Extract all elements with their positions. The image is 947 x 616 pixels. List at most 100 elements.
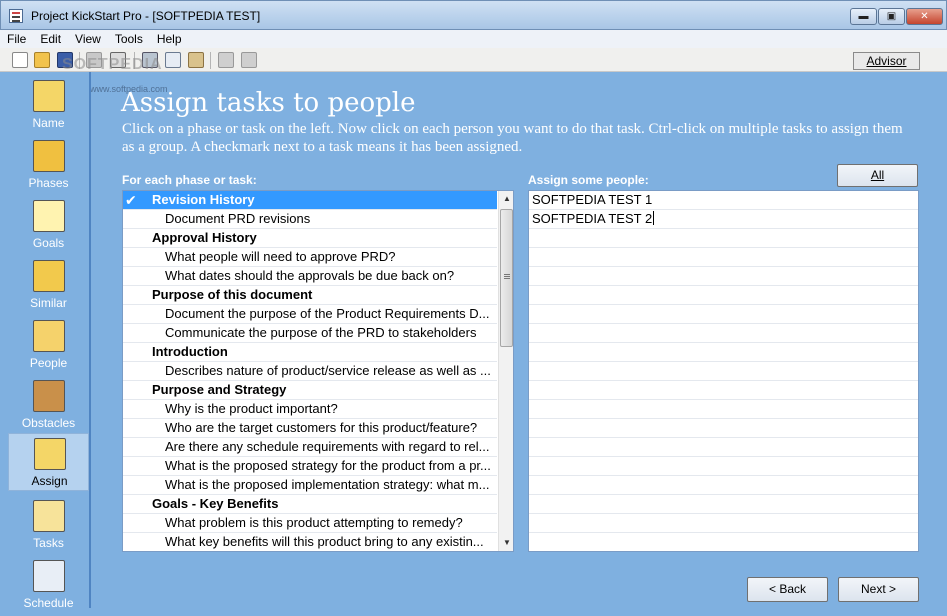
list-item[interactable]: Purpose and Strategy (123, 381, 497, 400)
list-item[interactable]: Purpose of this document (123, 286, 497, 305)
empty-row (529, 495, 918, 514)
checkmark-icon: ✔ (125, 192, 137, 208)
advisor-button[interactable]: Advisor (853, 52, 920, 70)
schedule-icon (33, 560, 65, 592)
list-item[interactable]: Describes nature of product/service rele… (123, 362, 497, 381)
assign-icon (34, 438, 66, 470)
sidebar-item-label: Schedule (23, 596, 74, 610)
list-item[interactable]: Document PRD revisions (123, 210, 497, 229)
sidebar-item-phases[interactable]: Phases (8, 136, 89, 194)
task-list[interactable]: ✔ Revision History Document PRD revisions… (122, 190, 514, 552)
empty-row (529, 400, 918, 419)
task-list-scrollbar[interactable]: ▲ ▼ (498, 191, 513, 551)
minimize-button[interactable]: ▬ (850, 8, 877, 25)
scroll-thumb[interactable] (500, 209, 513, 347)
menu-edit[interactable]: Edit (33, 30, 68, 47)
goals-chart-icon (33, 200, 65, 232)
sidebar-item-goals[interactable]: Goals (8, 196, 89, 254)
list-item[interactable]: Approval History (123, 229, 497, 248)
page-title: Assign tasks to people (121, 88, 416, 118)
toolbar-separator (210, 52, 211, 69)
list-item[interactable]: Document the purpose of the Product Requ… (123, 305, 497, 324)
next-button[interactable]: Next > (838, 577, 919, 602)
people-list[interactable]: SOFTPEDIA TEST 1 SOFTPEDIA TEST 2 (528, 190, 919, 552)
sidebar-item-label: Goals (32, 236, 65, 250)
list-item[interactable]: What is the proposed strategy for the pr… (123, 457, 497, 476)
sidebar-item-label: Assign (31, 474, 68, 488)
paste-icon[interactable] (188, 52, 204, 68)
app-icon (9, 9, 23, 23)
folders-icon (33, 260, 65, 292)
obstacle-icon (33, 380, 65, 412)
menu-bar: File Edit View Tools Help (0, 30, 947, 48)
sidebar-item-assign[interactable]: Assign (8, 433, 89, 491)
clipboard-icon (33, 500, 65, 532)
sidebar-item-label: Name (32, 116, 65, 130)
empty-row (529, 286, 918, 305)
empty-row (529, 419, 918, 438)
select-all-button[interactable]: All (837, 164, 918, 187)
list-item[interactable]: SOFTPEDIA TEST 2 (529, 210, 918, 229)
list-item[interactable]: What is the proposed implementation stra… (123, 476, 497, 495)
empty-row (529, 248, 918, 267)
list-item[interactable]: Communicate the purpose of the PRD to st… (123, 324, 497, 343)
copy-icon[interactable] (165, 52, 181, 68)
tasks-list-label: For each phase or task: (122, 173, 257, 187)
list-item[interactable]: SOFTPEDIA TEST 1 (529, 191, 918, 210)
empty-row (529, 229, 918, 248)
text-caret (653, 211, 655, 225)
redo-icon[interactable] (241, 52, 257, 68)
empty-row (529, 438, 918, 457)
scroll-down-icon[interactable]: ▼ (499, 535, 513, 551)
maximize-button[interactable]: ▣ (878, 8, 905, 25)
open-folder-icon[interactable] (34, 52, 50, 68)
undo-icon[interactable] (218, 52, 234, 68)
people-list-label: Assign some people: (528, 173, 649, 187)
scroll-up-icon[interactable]: ▲ (499, 191, 513, 207)
empty-row (529, 362, 918, 381)
people-icon (33, 320, 65, 352)
sidebar-item-label: Tasks (33, 536, 64, 550)
list-item[interactable]: ✔ Revision History (123, 191, 497, 210)
sidebar-item-people[interactable]: People (8, 316, 89, 374)
menu-help[interactable]: Help (150, 30, 189, 47)
sidebar-item-label: Similar (30, 296, 67, 310)
instructions-text: Click on a phase or task on the left. No… (122, 121, 903, 155)
empty-row (529, 476, 918, 495)
menu-file[interactable]: File (0, 30, 33, 47)
sidebar-item-schedule[interactable]: Schedule (8, 556, 89, 614)
empty-row (529, 381, 918, 400)
list-item[interactable]: What people will need to approve PRD? (123, 248, 497, 267)
phases-icon (33, 140, 65, 172)
title-bar: Project KickStart Pro - [SOFTPEDIA TEST]… (0, 0, 947, 30)
empty-row (529, 457, 918, 476)
sidebar-item-tasks[interactable]: Tasks (8, 496, 89, 554)
empty-row (529, 305, 918, 324)
empty-row (529, 324, 918, 343)
list-item[interactable]: Why is the product important? (123, 400, 497, 419)
menu-tools[interactable]: Tools (108, 30, 150, 47)
empty-row (529, 267, 918, 286)
list-item[interactable]: What key benefits will this product brin… (123, 533, 497, 551)
sidebar-item-label: Phases (28, 176, 69, 190)
list-item[interactable]: Goals - Key Benefits (123, 495, 497, 514)
list-item[interactable]: What problem is this product attempting … (123, 514, 497, 533)
sidebar-item-label: Obstacles (21, 416, 76, 430)
close-button[interactable]: ✕ (906, 8, 943, 25)
new-document-icon[interactable] (12, 52, 28, 68)
list-item[interactable]: Introduction (123, 343, 497, 362)
window-title: Project KickStart Pro - [SOFTPEDIA TEST] (31, 9, 261, 23)
menu-view[interactable]: View (68, 30, 108, 47)
sidebar: Name Phases Goals Similar People Obstacl… (8, 72, 91, 610)
sidebar-item-obstacles[interactable]: Obstacles (8, 376, 89, 434)
sidebar-item-name[interactable]: Name (8, 76, 89, 134)
pencil-icon (33, 80, 65, 112)
list-item[interactable]: What dates should the approvals be due b… (123, 267, 497, 286)
list-item[interactable]: Are there any schedule requirements with… (123, 438, 497, 457)
list-item[interactable]: Who are the target customers for this pr… (123, 419, 497, 438)
sidebar-item-similar[interactable]: Similar (8, 256, 89, 314)
sidebar-item-label: People (29, 356, 68, 370)
empty-row (529, 343, 918, 362)
empty-row (529, 514, 918, 533)
back-button[interactable]: < Back (747, 577, 828, 602)
